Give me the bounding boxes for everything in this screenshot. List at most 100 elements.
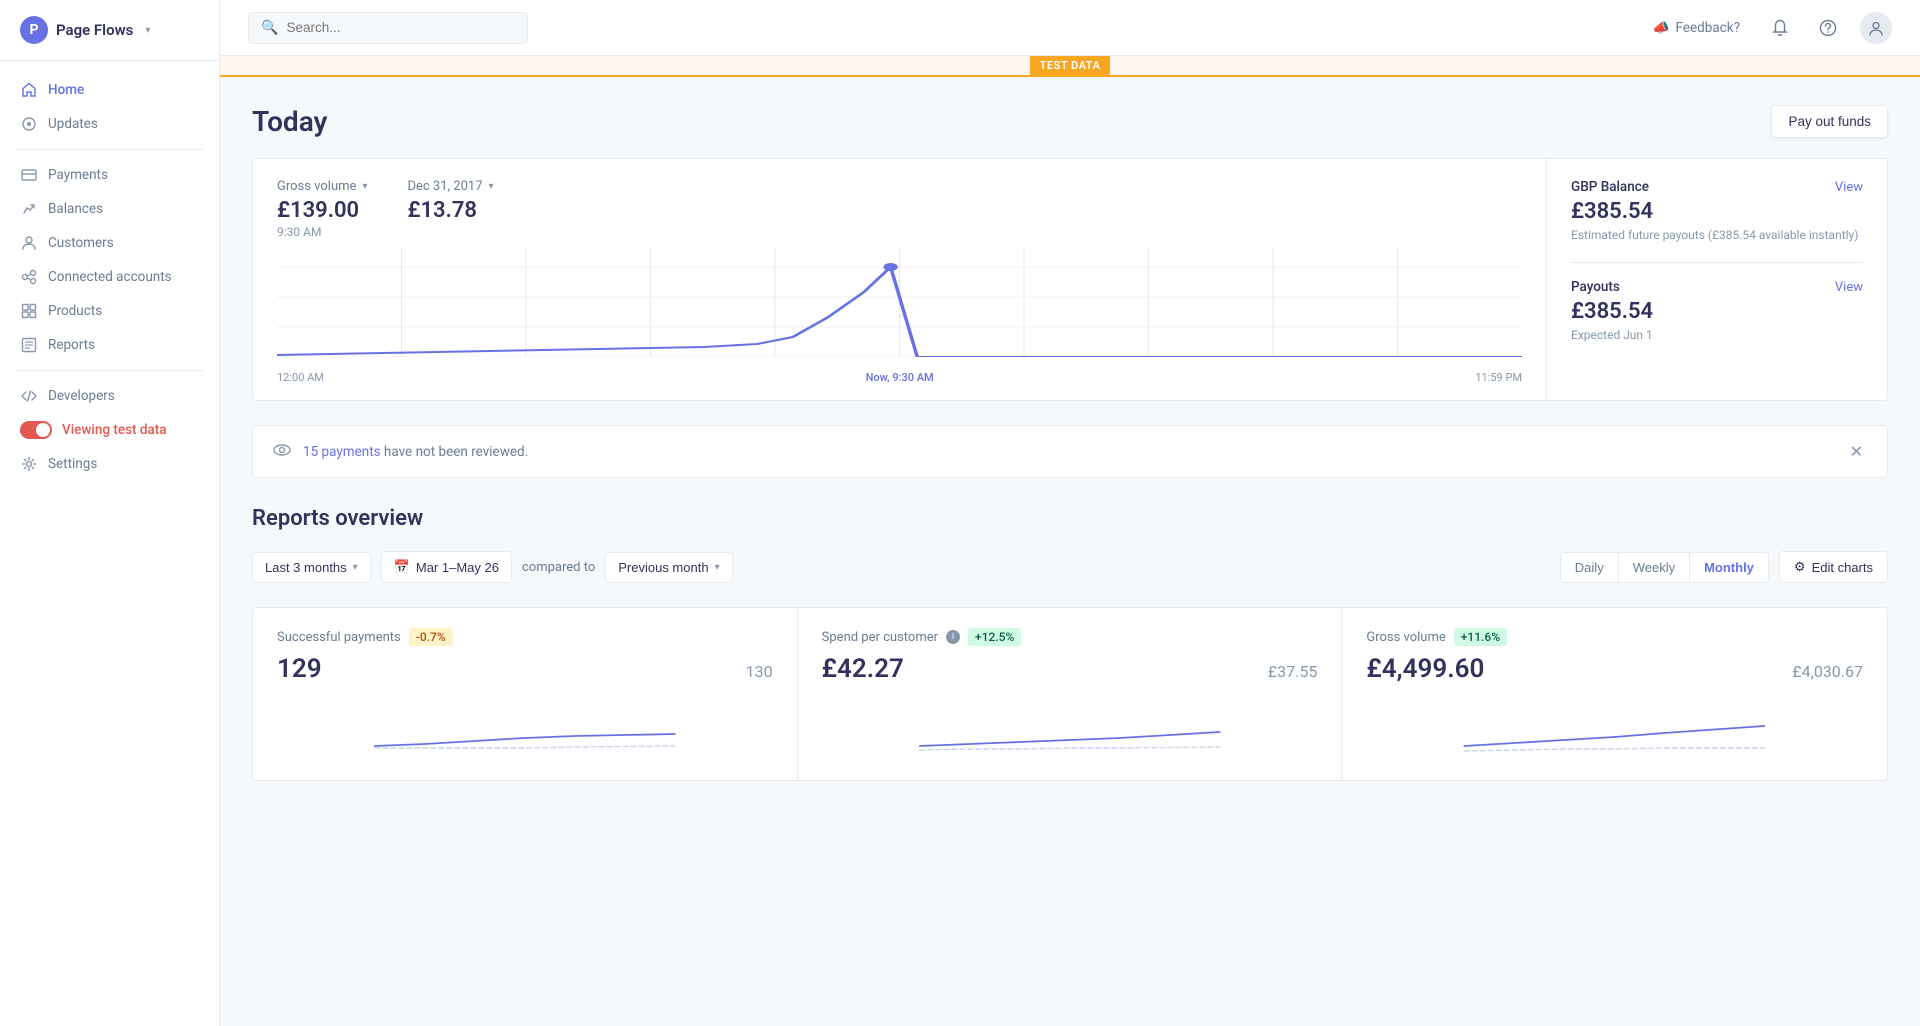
report-card-header: Gross volume +11.6% (1366, 628, 1863, 646)
feedback-button[interactable]: 📣 Feedback? (1645, 14, 1748, 42)
info-icon[interactable]: i (946, 630, 960, 644)
gear-icon: ⚙ (1794, 559, 1806, 575)
customers-icon (20, 234, 38, 252)
chart-x-mid: Now, 9:30 AM (866, 371, 934, 384)
report-badge: +12.5% (968, 628, 1021, 646)
sidebar: P Page Flows ▾ Home Updates (0, 0, 220, 1026)
date-range-label: Mar 1–May 26 (416, 560, 499, 575)
settings-label: Settings (48, 456, 97, 472)
search-box[interactable]: 🔍 (248, 12, 528, 44)
edit-charts-label: Edit charts (1812, 560, 1873, 575)
period-filter-button[interactable]: Last 3 months ▾ (252, 552, 371, 583)
report-badge: +11.6% (1454, 628, 1507, 646)
close-icon[interactable]: ✕ (1846, 440, 1867, 463)
report-card-values: 129 130 (277, 654, 773, 684)
report-cards: Successful payments -0.7% 129 130 (252, 607, 1888, 781)
reports-title: Reports overview (252, 506, 1888, 531)
notifications-button[interactable] (1764, 12, 1796, 44)
chevron-down-icon: ▾ (715, 562, 720, 573)
balance-view-link[interactable]: View (1835, 180, 1863, 195)
weekly-button[interactable]: Weekly (1619, 553, 1690, 582)
sidebar-nav: Home Updates Payments (0, 61, 219, 1026)
sidebar-divider (16, 149, 203, 150)
sidebar-logo[interactable]: P Page Flows ▾ (0, 0, 219, 61)
notification-link[interactable]: 15 payments (303, 444, 381, 460)
sidebar-item-label: Connected accounts (48, 269, 172, 285)
sidebar-item-connected[interactable]: Connected accounts (0, 260, 219, 294)
sidebar-item-balances[interactable]: Balances (0, 192, 219, 226)
notification-body: have not been reviewed. (381, 444, 529, 460)
sidebar-item-label: Products (48, 303, 102, 319)
balance-note: Estimated future payouts (£385.54 availa… (1571, 228, 1863, 242)
pay-out-button[interactable]: Pay out funds (1771, 105, 1888, 138)
daily-button[interactable]: Daily (1561, 553, 1619, 582)
gross-volume-label[interactable]: Gross volume ▾ (277, 179, 367, 194)
line-chart (277, 247, 1522, 357)
sidebar-item-products[interactable]: Products (0, 294, 219, 328)
sidebar-item-label: Reports (48, 337, 95, 353)
report-card-header: Spend per customer i +12.5% (822, 628, 1318, 646)
sidebar-item-reports[interactable]: Reports (0, 328, 219, 362)
report-card-compare-value: 130 (746, 662, 773, 681)
balance-header-row: GBP Balance View (1571, 179, 1863, 195)
mini-chart (1366, 696, 1863, 756)
avatar[interactable] (1860, 12, 1892, 44)
payouts-header-row: Payouts View (1571, 279, 1863, 295)
report-card-payments: Successful payments -0.7% 129 130 (253, 608, 798, 780)
header-actions: 📣 Feedback? (1645, 12, 1892, 44)
today-grid: Gross volume ▾ £139.00 9:30 AM Dec 31, 2… (252, 158, 1888, 401)
search-input[interactable] (286, 20, 515, 35)
mini-chart (277, 696, 773, 756)
balance-amount: £385.54 (1571, 199, 1863, 224)
balance-divider (1571, 262, 1863, 263)
sidebar-item-updates[interactable]: Updates (0, 107, 219, 141)
chart-container (277, 247, 1522, 367)
reports-controls: Last 3 months ▾ 📅 Mar 1–May 26 compared … (252, 551, 1888, 583)
logo-icon: P (20, 16, 48, 44)
test-data-toggle[interactable] (20, 421, 52, 439)
content-area: TEST DATA Today Pay out funds Gross volu… (220, 56, 1920, 1026)
date-label[interactable]: Dec 31, 2017 ▾ (407, 179, 493, 194)
calendar-icon: 📅 (394, 559, 410, 575)
app-name: Page Flows (56, 21, 133, 39)
payout-expected: Expected Jun 1 (1571, 328, 1863, 342)
monthly-button[interactable]: Monthly (1690, 553, 1768, 582)
sidebar-item-label: Balances (48, 201, 103, 217)
viewing-test-data[interactable]: Viewing test data (0, 413, 219, 447)
period-label: Last 3 months (265, 560, 347, 575)
reports-overview: Reports overview Last 3 months ▾ 📅 Mar 1… (252, 506, 1888, 781)
main-area: 🔍 📣 Feedback? (220, 0, 1920, 1026)
report-badge: -0.7% (409, 628, 453, 646)
chart-meta: Gross volume ▾ £139.00 9:30 AM Dec 31, 2… (277, 179, 1522, 239)
sidebar-item-customers[interactable]: Customers (0, 226, 219, 260)
payouts-view-link[interactable]: View (1835, 280, 1863, 295)
report-card-compare-value: £4,030.67 (1792, 662, 1863, 681)
report-card-main-value: £42.27 (822, 654, 904, 684)
date-range-button[interactable]: 📅 Mar 1–May 26 (381, 551, 512, 583)
header: 🔍 📣 Feedback? (220, 0, 1920, 56)
report-card-compare-value: £37.55 (1268, 662, 1318, 681)
report-card-values: £42.27 £37.55 (822, 654, 1318, 684)
chart-section: Gross volume ▾ £139.00 9:30 AM Dec 31, 2… (253, 159, 1547, 400)
connected-icon (20, 268, 38, 286)
chevron-down-icon: ▾ (353, 562, 358, 573)
compare-period-button[interactable]: Previous month ▾ (605, 552, 732, 583)
megaphone-icon: 📣 (1653, 20, 1670, 36)
sidebar-item-label: Customers (48, 235, 114, 251)
help-button[interactable] (1812, 12, 1844, 44)
sidebar-item-developers[interactable]: Developers (0, 379, 219, 413)
sidebar-item-home[interactable]: Home (0, 73, 219, 107)
report-card-spend: Spend per customer i +12.5% £42.27 £37.5… (798, 608, 1343, 780)
report-card-label: Spend per customer (822, 630, 938, 645)
edit-charts-button[interactable]: ⚙ Edit charts (1779, 551, 1888, 583)
sidebar-item-payments[interactable]: Payments (0, 158, 219, 192)
chevron-down-icon: ▾ (362, 181, 367, 192)
chevron-down-icon: ▾ (145, 25, 150, 36)
feedback-label: Feedback? (1676, 20, 1740, 36)
report-card-label: Gross volume (1366, 630, 1445, 645)
sidebar-item-settings[interactable]: Settings (0, 447, 219, 481)
chart-x-end: 11:59 PM (1475, 371, 1522, 384)
reports-icon (20, 336, 38, 354)
test-data-banner: TEST DATA (220, 56, 1920, 77)
compare-period-label: Previous month (618, 560, 708, 575)
